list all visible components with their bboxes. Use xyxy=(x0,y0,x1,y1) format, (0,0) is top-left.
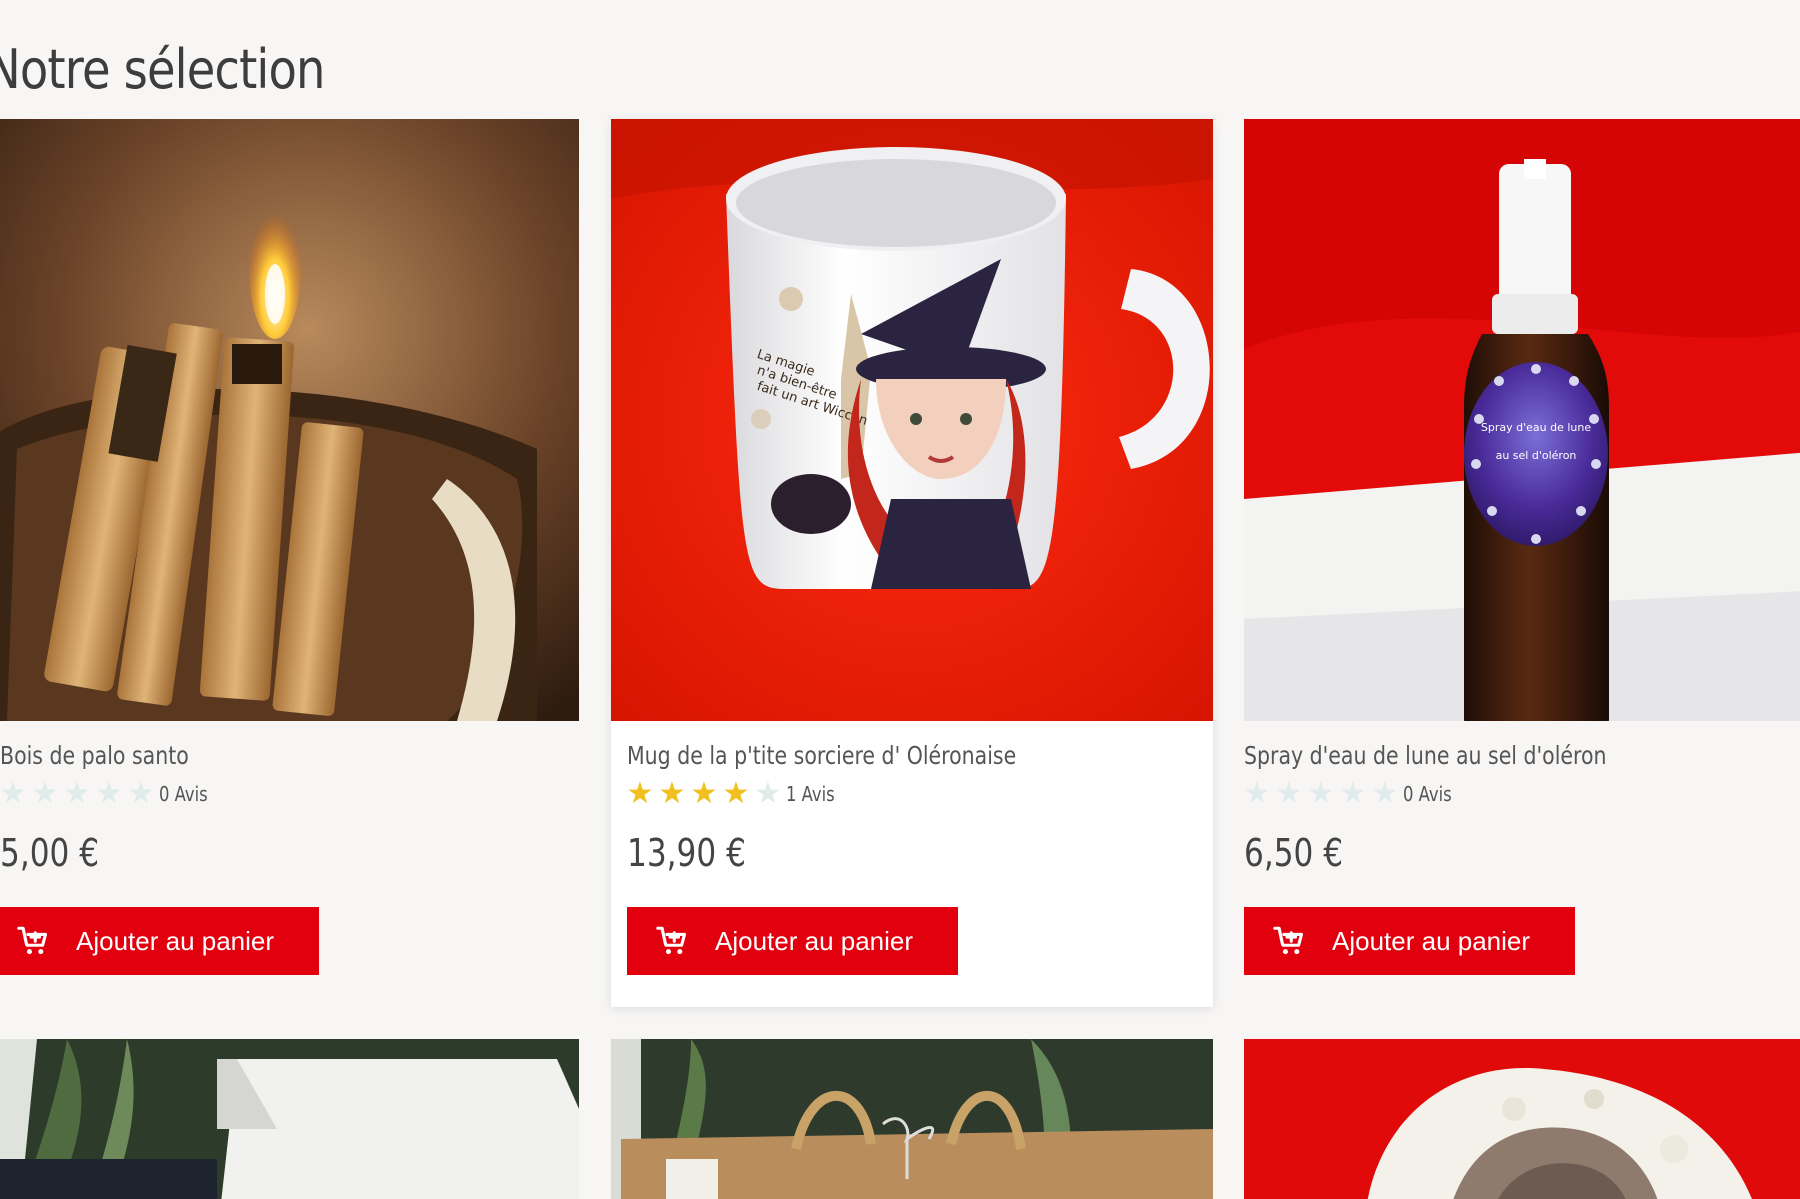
product-image[interactable]: Spray d'eau de lune au sel d'oléron xyxy=(1244,119,1800,721)
star-icon: ★ xyxy=(1339,776,1367,811)
star-icon: ★ xyxy=(127,776,155,811)
rating-stars: ★ ★ ★ ★ ★ 0 Avis xyxy=(1241,779,1462,809)
star-icon: ★ xyxy=(95,776,123,811)
star-icon: ★ xyxy=(754,776,782,811)
add-to-cart-button[interactable]: Ajouter au panier xyxy=(0,907,319,975)
product-card: Bois de palo santo ★ ★ ★ ★ ★ 0 Avis 5,00… xyxy=(0,119,579,1007)
product-image[interactable] xyxy=(0,1039,579,1199)
cart-plus-icon xyxy=(16,924,50,958)
gift-box-photo xyxy=(0,1039,579,1199)
add-to-cart-label: Ajouter au panier xyxy=(715,925,914,956)
section-title: Notre sélection xyxy=(0,38,325,101)
star-icon: ★ xyxy=(1371,776,1399,811)
star-icon: ★ xyxy=(31,776,59,811)
review-count[interactable]: 1 Avis xyxy=(786,782,835,806)
add-to-cart-label: Ajouter au panier xyxy=(76,925,275,956)
add-to-cart-button[interactable]: Ajouter au panier xyxy=(1244,907,1575,975)
product-name[interactable]: Spray d'eau de lune au sel d'oléron xyxy=(1244,741,1607,770)
review-count[interactable]: 0 Avis xyxy=(1403,782,1452,806)
star-icon: ★ xyxy=(1243,776,1271,811)
star-icon: ★ xyxy=(63,776,91,811)
add-to-cart-label: Ajouter au panier xyxy=(1332,925,1531,956)
moon-water-spray-photo: Spray d'eau de lune au sel d'oléron xyxy=(1244,119,1800,721)
star-icon: ★ xyxy=(1275,776,1303,811)
product-image[interactable] xyxy=(0,119,579,721)
star-icon: ★ xyxy=(1307,776,1335,811)
star-icon: ★ xyxy=(658,776,686,811)
product-card: La magie n'a bien-être fait un art Wicca… xyxy=(611,119,1213,1007)
product-selection-page: Notre sélection Bois de palo santo ★ ★ ★… xyxy=(0,0,1800,1199)
witch-mug-photo: La magie n'a bien-être fait un art Wicca… xyxy=(611,119,1213,721)
star-icon: ★ xyxy=(690,776,718,811)
product-price: 13,90 € xyxy=(627,831,746,875)
review-count[interactable]: 0 Avis xyxy=(159,782,208,806)
svg-text:Spray d'eau de lune: Spray d'eau de lune xyxy=(1481,421,1591,434)
product-image[interactable]: La magie n'a bien-être fait un art Wicca… xyxy=(611,119,1213,721)
product-price: 6,50 € xyxy=(1244,831,1344,875)
geode-photo xyxy=(1244,1039,1800,1199)
add-to-cart-button[interactable]: Ajouter au panier xyxy=(627,907,958,975)
rating-stars: ★ ★ ★ ★ ★ 0 Avis xyxy=(0,779,218,809)
cart-plus-icon xyxy=(1272,924,1306,958)
star-icon: ★ xyxy=(0,776,27,811)
product-image[interactable] xyxy=(1244,1039,1800,1199)
gift-bag-photo xyxy=(611,1039,1213,1199)
rating-stars: ★ ★ ★ ★ ★ 1 Avis xyxy=(624,779,845,809)
product-card: Spray d'eau de lune au sel d'oléron Spra… xyxy=(1244,119,1800,1007)
star-icon: ★ xyxy=(626,776,654,811)
palo-santo-photo xyxy=(0,119,579,721)
star-icon: ★ xyxy=(722,776,750,811)
cart-plus-icon xyxy=(655,924,689,958)
product-price: 5,00 € xyxy=(0,831,100,875)
product-name[interactable]: Mug de la p'tite sorciere d' Oléronaise xyxy=(627,741,1016,770)
product-image[interactable] xyxy=(611,1039,1213,1199)
product-name[interactable]: Bois de palo santo xyxy=(0,741,189,770)
svg-text:au sel d'oléron: au sel d'oléron xyxy=(1496,449,1577,462)
